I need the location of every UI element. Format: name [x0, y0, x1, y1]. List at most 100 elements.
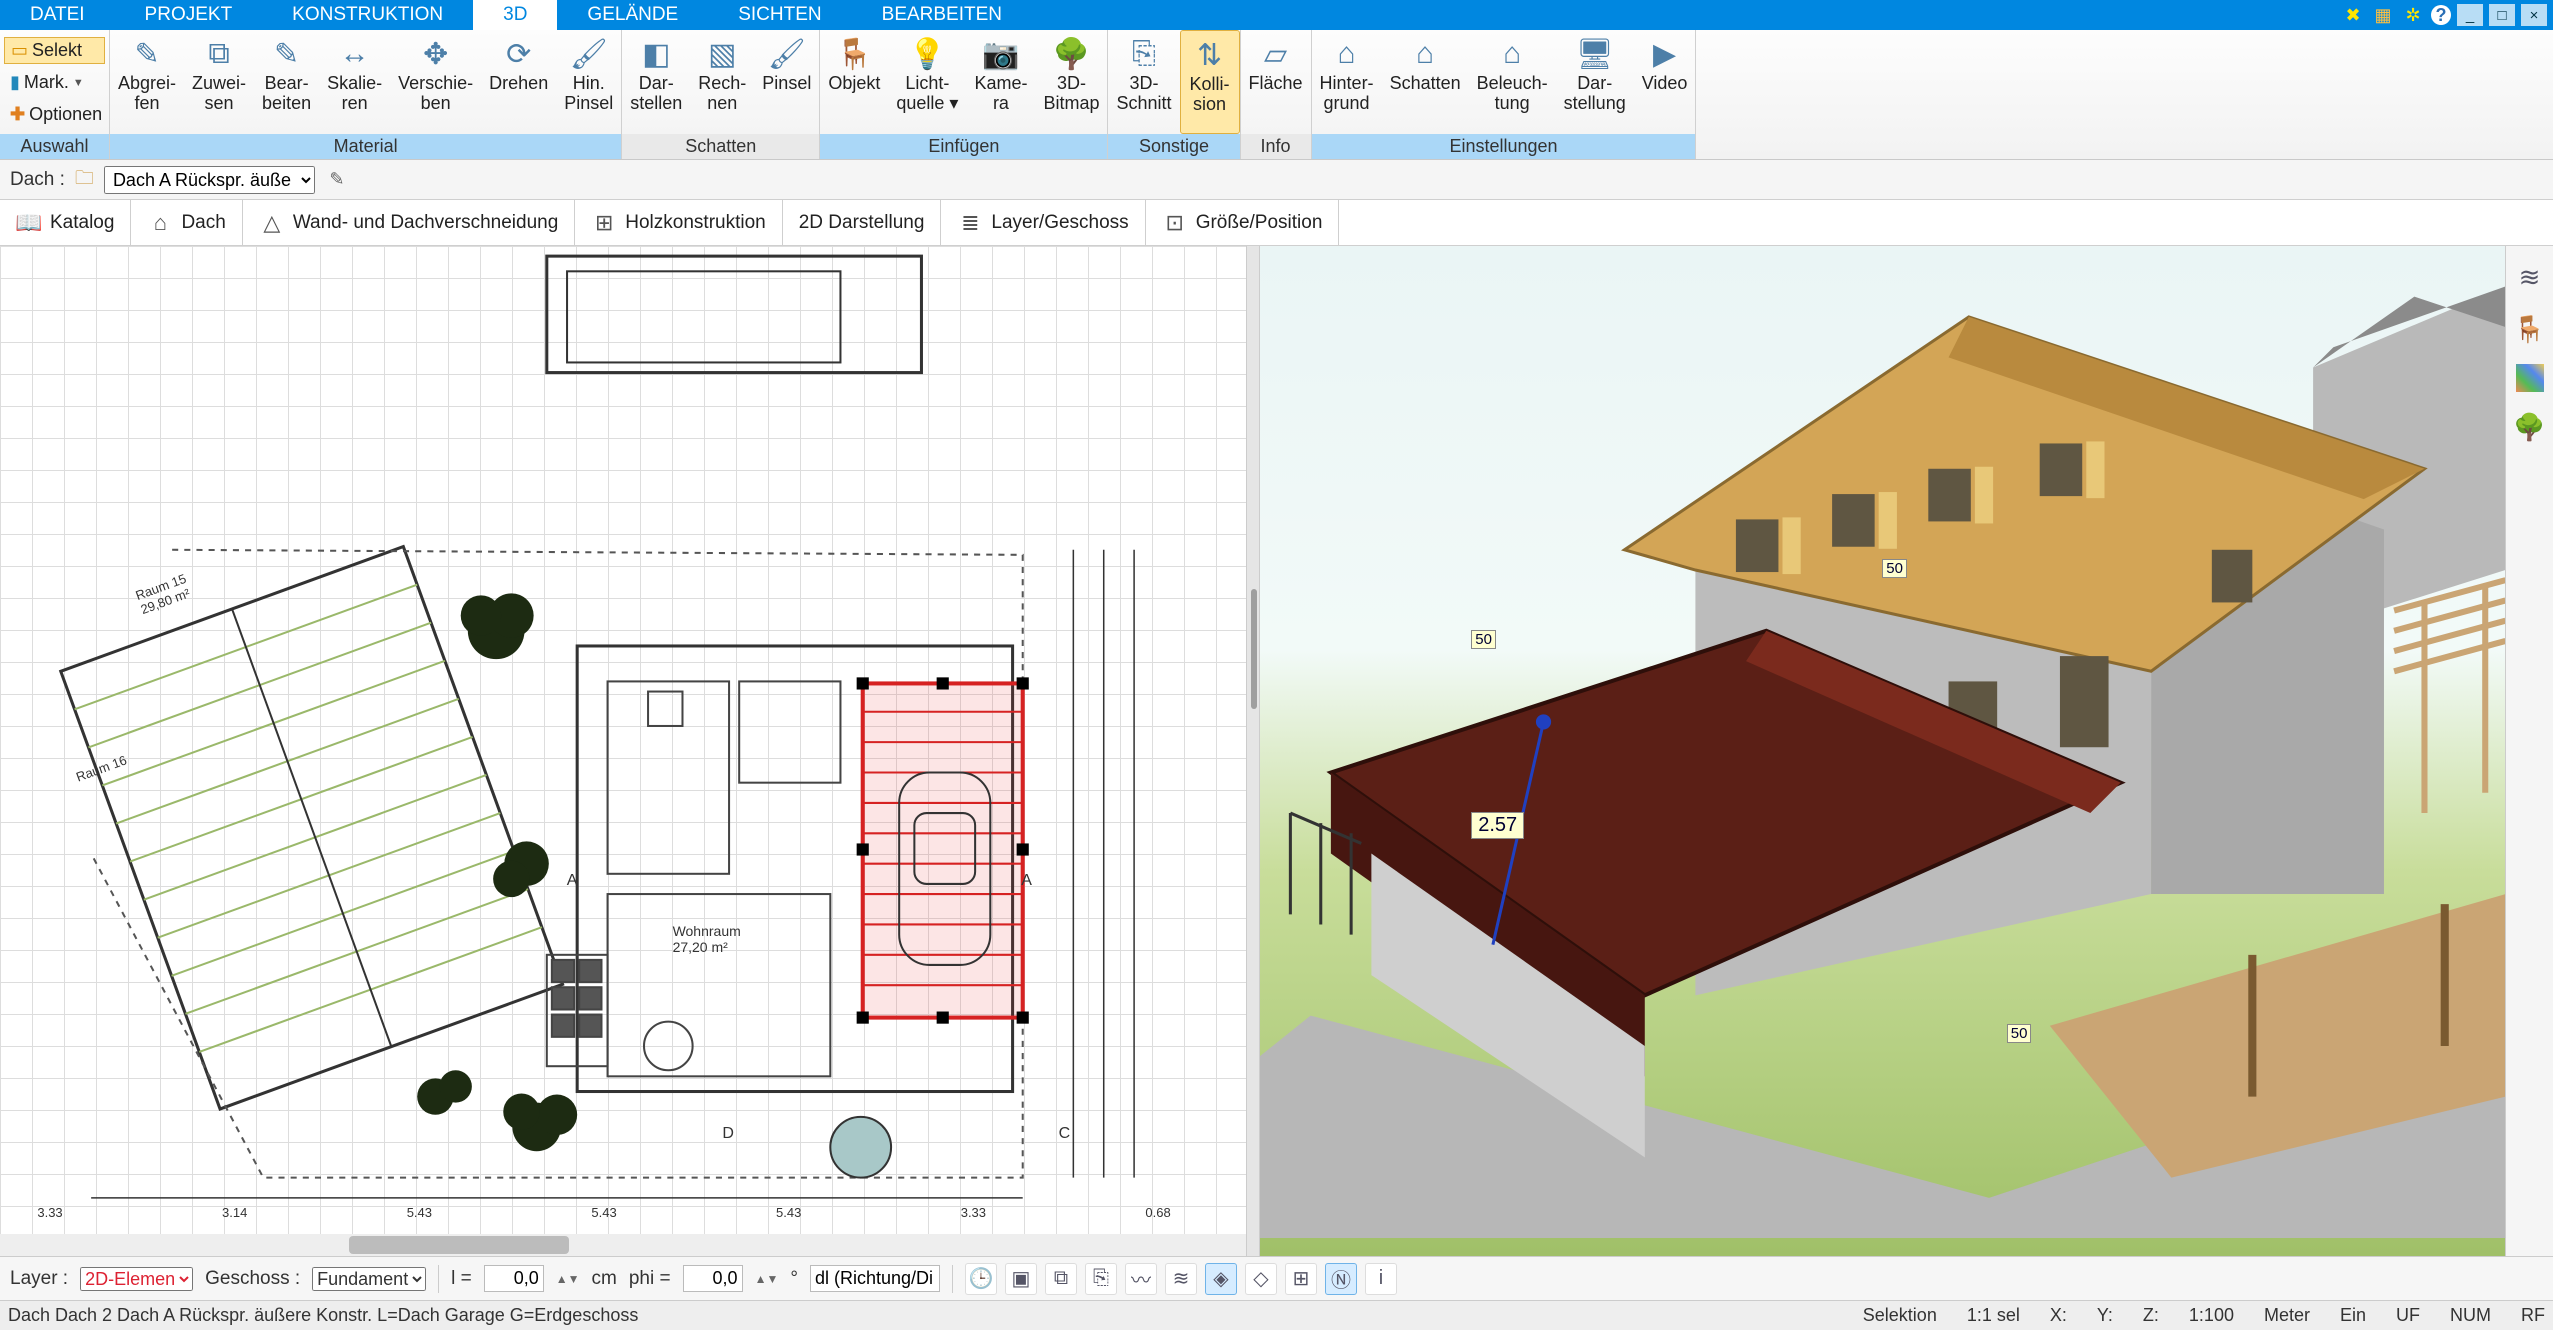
ribbon-kollision[interactable]: ⇅Kolli- sion	[1180, 30, 1240, 134]
ribbon-label: Hin. Pinsel	[564, 74, 613, 114]
layers-icon[interactable]: ≋	[2513, 260, 2547, 294]
ribbon-hintergrund[interactable]: ⌂Hinter- grund	[1312, 30, 1382, 134]
selekt-button[interactable]: ▭Selekt	[4, 37, 105, 64]
3d-icon: 🌳	[1051, 34, 1091, 74]
minimize-button[interactable]: _	[2457, 4, 2483, 26]
mark-button[interactable]: ▮Mark.▼	[4, 70, 105, 95]
auswahl-group: ▭Selekt ▮Mark.▼ ✚Optionen Auswahl	[0, 30, 110, 159]
phi-input[interactable]	[683, 1265, 743, 1292]
l-label: l =	[451, 1268, 472, 1290]
tooltab-greposition[interactable]: ⊡Größe/Position	[1146, 200, 1340, 245]
greposition-icon: ⊡	[1162, 210, 1188, 236]
ribbon-fläche[interactable]: ▱Fläche	[1241, 30, 1311, 134]
settings-icon[interactable]: ✲	[2401, 4, 2425, 26]
status-scale: 1:100	[2189, 1305, 2234, 1326]
ribbon-lichtquelle[interactable]: 💡Licht- quelle ▾	[888, 30, 966, 134]
line-icon[interactable]: 〰	[1125, 1263, 1157, 1295]
mode-input[interactable]	[810, 1265, 940, 1292]
ribbon-beleuchtung[interactable]: ⌂Beleuch- tung	[1469, 30, 1556, 134]
tooltab-dach[interactable]: ⌂Dach	[131, 200, 242, 245]
ribbon-kamera[interactable]: 📷Kame- ra	[966, 30, 1035, 134]
tree-icon[interactable]: 🌳	[2513, 410, 2547, 444]
tools-icon[interactable]: ✖	[2341, 4, 2365, 26]
ribbon-label: Pinsel	[762, 74, 811, 94]
ribbon-skalieren[interactable]: ↔Skalie- ren	[319, 30, 390, 134]
holzkonstruktion-icon: ⊞	[591, 210, 617, 236]
ribbon-abgreifen[interactable]: ✎Abgrei- fen	[110, 30, 184, 134]
group-label: Sonstige	[1108, 134, 1239, 159]
maximize-button[interactable]: □	[2489, 4, 2515, 26]
tooltab-holzkonstruktion[interactable]: ⊞Holzkonstruktion	[575, 200, 782, 245]
workspace: Raum 1529,80 m² Raum 16 Wohnraum27,20 m²…	[0, 246, 2553, 1256]
dach-select[interactable]: Dach A Rückspr. äuße	[104, 166, 315, 194]
abgrei-icon: ✎	[127, 34, 167, 74]
layout-icon[interactable]: ▦	[2371, 4, 2395, 26]
view-splitter[interactable]	[1246, 246, 1260, 1256]
ribbon-rechnen[interactable]: ▧Rech- nen	[690, 30, 754, 134]
tooltab-label: 2D Darstellung	[799, 212, 925, 234]
tooltab-layergeschoss[interactable]: ≣Layer/Geschoss	[941, 200, 1145, 245]
ribbon-verschieben[interactable]: ✥Verschie- ben	[390, 30, 481, 134]
ribbon-video[interactable]: ▶Video	[1634, 30, 1696, 134]
tooltab-katalog[interactable]: 📖Katalog	[0, 200, 131, 245]
iso-icon[interactable]: ◈	[1205, 1263, 1237, 1295]
grid-icon[interactable]: ⊞	[1285, 1263, 1317, 1295]
clock-icon[interactable]: 🕒	[965, 1263, 997, 1295]
furniture-icon[interactable]: 🪑	[2513, 312, 2547, 346]
ribbon-label: Abgrei- fen	[118, 74, 176, 114]
title-icons: ✖ ▦ ✲ ? _ □ ×	[2341, 0, 2553, 30]
menu-konstruktion[interactable]: KONSTRUKTION	[262, 0, 473, 30]
copy-icon[interactable]: ⎘	[1085, 1263, 1117, 1295]
dach-icon: ⌂	[147, 210, 173, 236]
status-unit: Meter	[2264, 1305, 2310, 1326]
layers2-icon[interactable]: ≋	[1165, 1263, 1197, 1295]
l-input[interactable]	[484, 1265, 544, 1292]
info-icon[interactable]: i	[1365, 1263, 1397, 1295]
tooltab-ddarstellung[interactable]: 2D Darstellung	[783, 200, 942, 245]
group-label: Einstellungen	[1312, 134, 1696, 159]
katalog-icon: 📖	[16, 210, 42, 236]
fläche-icon: ▱	[1256, 34, 1296, 74]
l-unit: cm	[592, 1268, 617, 1290]
ribbon-objekt[interactable]: 🪑Objekt	[820, 30, 888, 134]
ribbon-label: Kolli- sion	[1190, 75, 1230, 115]
close-button[interactable]: ×	[2521, 4, 2547, 26]
ribbon-schatten[interactable]: ⌂Schatten	[1382, 30, 1469, 134]
geschoss-select[interactable]: Fundament	[312, 1267, 426, 1291]
menu-gelände[interactable]: GELÄNDE	[557, 0, 708, 30]
menu-projekt[interactable]: PROJEKT	[115, 0, 263, 30]
ribbon-darstellung[interactable]: 🖥Dar- stellung	[1556, 30, 1634, 134]
wandunddachverschneidung-icon: △	[259, 210, 285, 236]
edit-icon[interactable]: ✎	[325, 168, 349, 192]
layer-select[interactable]: 2D-Elemen	[80, 1267, 193, 1291]
section-d1: D	[722, 1125, 734, 1143]
kolli-icon: ⇅	[1190, 35, 1230, 75]
screen-icon[interactable]: ▣	[1005, 1263, 1037, 1295]
ribbon-zuweisen[interactable]: ⧉Zuwei- sen	[184, 30, 254, 134]
menu-datei[interactable]: DATEI	[0, 0, 115, 30]
ribbon-3dschnitt[interactable]: ⎘3D- Schnitt	[1108, 30, 1179, 134]
view-3d[interactable]: 2.57 50 50 50	[1260, 246, 2506, 1256]
view-2d[interactable]: Raum 1529,80 m² Raum 16 Wohnraum27,20 m²…	[0, 246, 1246, 1256]
ribbon-label: Dar- stellung	[1564, 74, 1626, 114]
menu-bearbeiten[interactable]: BEARBEITEN	[852, 0, 1032, 30]
ribbon-hin.pinsel[interactable]: 🖌Hin. Pinsel	[556, 30, 621, 134]
status-uf: UF	[2396, 1305, 2420, 1326]
group-icon[interactable]: ⧉	[1045, 1263, 1077, 1295]
optionen-button[interactable]: ✚Optionen	[4, 102, 105, 127]
ribbon-drehen[interactable]: ⟳Drehen	[481, 30, 556, 134]
north-icon[interactable]: Ⓝ	[1325, 1263, 1357, 1295]
shape-icon[interactable]: ◇	[1245, 1263, 1277, 1295]
ribbon-bearbeiten[interactable]: ✎Bear- beiten	[254, 30, 319, 134]
menu-3d[interactable]: 3D	[473, 0, 557, 30]
room2-label: Wohnraum27,20 m²	[673, 923, 741, 955]
materials-icon[interactable]	[2516, 364, 2544, 392]
tooltab-wandunddachverschneidung[interactable]: △Wand- und Dachverschneidung	[243, 200, 575, 245]
context-bar: Dach : 🗀 Dach A Rückspr. äuße ✎	[0, 160, 2553, 200]
ribbon-3dbitmap[interactable]: 🌳3D- Bitmap	[1035, 30, 1107, 134]
menu-sichten[interactable]: SICHTEN	[708, 0, 851, 30]
ribbon-pinsel[interactable]: 🖌Pinsel	[754, 30, 819, 134]
ribbon-darstellen[interactable]: ◧Dar- stellen	[622, 30, 690, 134]
horizontal-scrollbar[interactable]	[0, 1234, 1246, 1256]
help-icon[interactable]: ?	[2431, 5, 2451, 25]
